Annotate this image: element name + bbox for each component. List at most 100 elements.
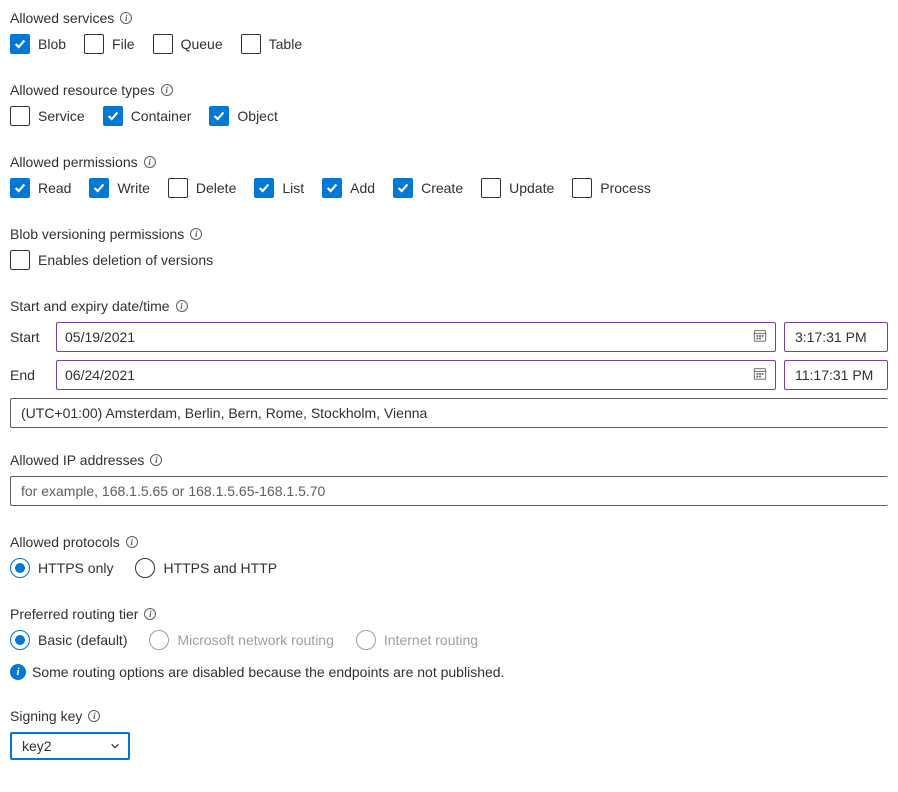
routing-notice-text: Some routing options are disabled becaus… [32,664,504,680]
checkbox-box[interactable] [254,178,274,198]
radio-microsoft-network-routing: Microsoft network routing [149,630,333,650]
radio-label: Microsoft network routing [177,632,333,648]
checkbox-delete[interactable]: Delete [168,178,236,198]
checkbox-box[interactable] [10,106,30,126]
checkbox-file[interactable]: File [84,34,135,54]
radio-https-only[interactable]: HTTPS only [10,558,113,578]
signing-key-select[interactable]: key2 [10,732,130,760]
checkbox-blob[interactable]: Blob [10,34,66,54]
signing-key-header: Signing key i [10,708,888,724]
checkbox-queue[interactable]: Queue [153,34,223,54]
checkbox-label: Queue [181,36,223,52]
checkbox-label: File [112,36,135,52]
info-icon[interactable]: i [126,536,138,548]
allowed-permissions-checkboxes: Read Write Delete List Add Create Update Proces… [10,178,888,198]
checkbox-label: Create [421,180,463,196]
checkbox-box[interactable] [393,178,413,198]
info-icon[interactable]: i [161,84,173,96]
checkbox-label: Add [350,180,375,196]
end-time-input[interactable]: 11:17:31 PM [784,360,888,390]
checkbox-box[interactable] [10,178,30,198]
start-row: Start 05/19/2021 3:17:31 PM [10,322,888,352]
checkbox-box[interactable] [209,106,229,126]
start-date-input[interactable]: 05/19/2021 [56,322,776,352]
checkbox-label: Container [131,108,192,124]
start-date-value: 05/19/2021 [65,329,135,345]
info-icon[interactable]: i [88,710,100,722]
radio-label: Internet routing [384,632,478,648]
start-label: Start [10,329,48,345]
radio-internet-routing: Internet routing [356,630,478,650]
info-icon[interactable]: i [144,156,156,168]
checkbox-label: Update [509,180,554,196]
checkbox-box[interactable] [10,34,30,54]
checkbox-box[interactable] [10,250,30,270]
allowed-ip-label: Allowed IP addresses [10,452,144,468]
date-time-label: Start and expiry date/time [10,298,170,314]
end-row: End 06/24/2021 11:17:31 PM [10,360,888,390]
checkbox-box[interactable] [89,178,109,198]
checkbox-label: Read [38,180,71,196]
signing-key-value: key2 [22,738,52,754]
checkbox-read[interactable]: Read [10,178,71,198]
allowed-services-checkboxes: Blob File Queue Table [10,34,888,54]
radio-https-and-http[interactable]: HTTPS and HTTP [135,558,277,578]
checkbox-box[interactable] [84,34,104,54]
checkbox-container[interactable]: Container [103,106,192,126]
date-time-section: Start and expiry date/time i Start 05/19… [10,298,888,428]
radio-button[interactable] [135,558,155,578]
checkbox-process[interactable]: Process [572,178,651,198]
info-icon[interactable]: i [144,608,156,620]
timezone-value: (UTC+01:00) Amsterdam, Berlin, Bern, Rom… [21,405,427,421]
checkbox-add[interactable]: Add [322,178,375,198]
allowed-resource-types-checkboxes: Service Container Object [10,106,888,126]
timezone-input[interactable]: (UTC+01:00) Amsterdam, Berlin, Bern, Rom… [10,398,888,428]
start-time-input[interactable]: 3:17:31 PM [784,322,888,352]
checkbox-update[interactable]: Update [481,178,554,198]
checkbox-service[interactable]: Service [10,106,85,126]
allowed-ip-header: Allowed IP addresses i [10,452,888,468]
checkbox-table[interactable]: Table [241,34,302,54]
allowed-permissions-header: Allowed permissions i [10,154,888,170]
allowed-ip-placeholder: for example, 168.1.5.65 or 168.1.5.65-16… [21,483,325,499]
allowed-ip-input[interactable]: for example, 168.1.5.65 or 168.1.5.65-16… [10,476,888,506]
radio-button[interactable] [10,630,30,650]
checkbox-box[interactable] [241,34,261,54]
info-icon[interactable]: i [150,454,162,466]
checkbox-box[interactable] [168,178,188,198]
blob-versioning-header: Blob versioning permissions i [10,226,888,242]
blob-versioning-checkboxes: Enables deletion of versions [10,250,888,270]
end-date-value: 06/24/2021 [65,367,135,383]
info-solid-icon: i [10,664,26,680]
checkbox-list[interactable]: List [254,178,304,198]
allowed-protocols-label: Allowed protocols [10,534,120,550]
radio-label: Basic (default) [38,632,127,648]
info-icon[interactable]: i [190,228,202,240]
checkbox-label: Service [38,108,85,124]
end-label: End [10,367,48,383]
checkbox-label: Object [237,108,277,124]
checkbox-box[interactable] [103,106,123,126]
radio-basic-default-[interactable]: Basic (default) [10,630,127,650]
info-icon[interactable]: i [176,300,188,312]
checkbox-box[interactable] [322,178,342,198]
checkbox-box[interactable] [572,178,592,198]
checkbox-box[interactable] [481,178,501,198]
radio-button[interactable] [10,558,30,578]
calendar-icon[interactable] [753,329,767,346]
checkbox-enables-deletion-of-versions[interactable]: Enables deletion of versions [10,250,213,270]
date-time-header: Start and expiry date/time i [10,298,888,314]
checkbox-object[interactable]: Object [209,106,277,126]
checkbox-box[interactable] [153,34,173,54]
routing-tier-label: Preferred routing tier [10,606,138,622]
calendar-icon[interactable] [753,367,767,384]
end-time-value: 11:17:31 PM [795,367,873,383]
checkbox-create[interactable]: Create [393,178,463,198]
info-icon[interactable]: i [120,12,132,24]
end-date-input[interactable]: 06/24/2021 [56,360,776,390]
signing-key-label: Signing key [10,708,82,724]
checkbox-label: Enables deletion of versions [38,252,213,268]
checkbox-label: Blob [38,36,66,52]
radio-button [356,630,376,650]
checkbox-write[interactable]: Write [89,178,149,198]
